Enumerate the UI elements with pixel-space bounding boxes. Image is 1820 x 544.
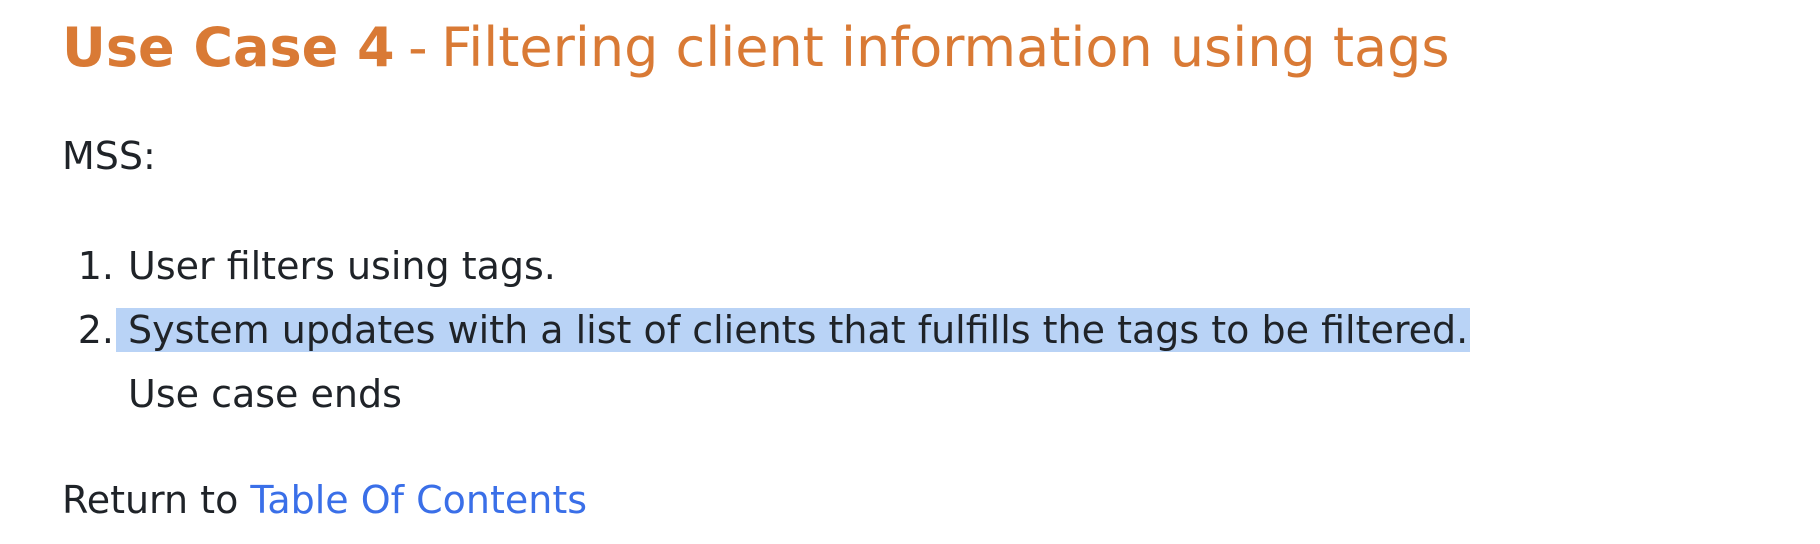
document-page: Use Case 4- Filtering client information … bbox=[0, 0, 1820, 544]
return-line: Return to Table Of Contents bbox=[62, 472, 587, 528]
use-case-title: Filtering client information using tags bbox=[441, 16, 1450, 79]
selected-step-text[interactable]: System updates with a list of clients th… bbox=[116, 308, 1471, 352]
return-prefix: Return to bbox=[62, 478, 239, 522]
use-case-ends-text: Use case ends bbox=[128, 372, 402, 416]
step-number: 1. bbox=[77, 244, 114, 288]
list-item: 2. System updates with a list of clients … bbox=[62, 298, 1471, 426]
use-case-number: Use Case 4 bbox=[62, 16, 395, 79]
mss-label: MSS: bbox=[62, 134, 156, 178]
heading-separator: - bbox=[408, 16, 428, 79]
list-item: 1. User filters using tags. bbox=[62, 234, 1470, 298]
steps-list: 1. User filters using tags. 2. System upda… bbox=[62, 234, 1471, 426]
step-text[interactable]: User filters using tags. bbox=[128, 244, 556, 288]
table-of-contents-link[interactable]: Table Of Contents bbox=[250, 478, 587, 522]
step-number: 2. bbox=[77, 308, 114, 352]
use-case-heading: Use Case 4- Filtering client information … bbox=[62, 8, 1450, 88]
